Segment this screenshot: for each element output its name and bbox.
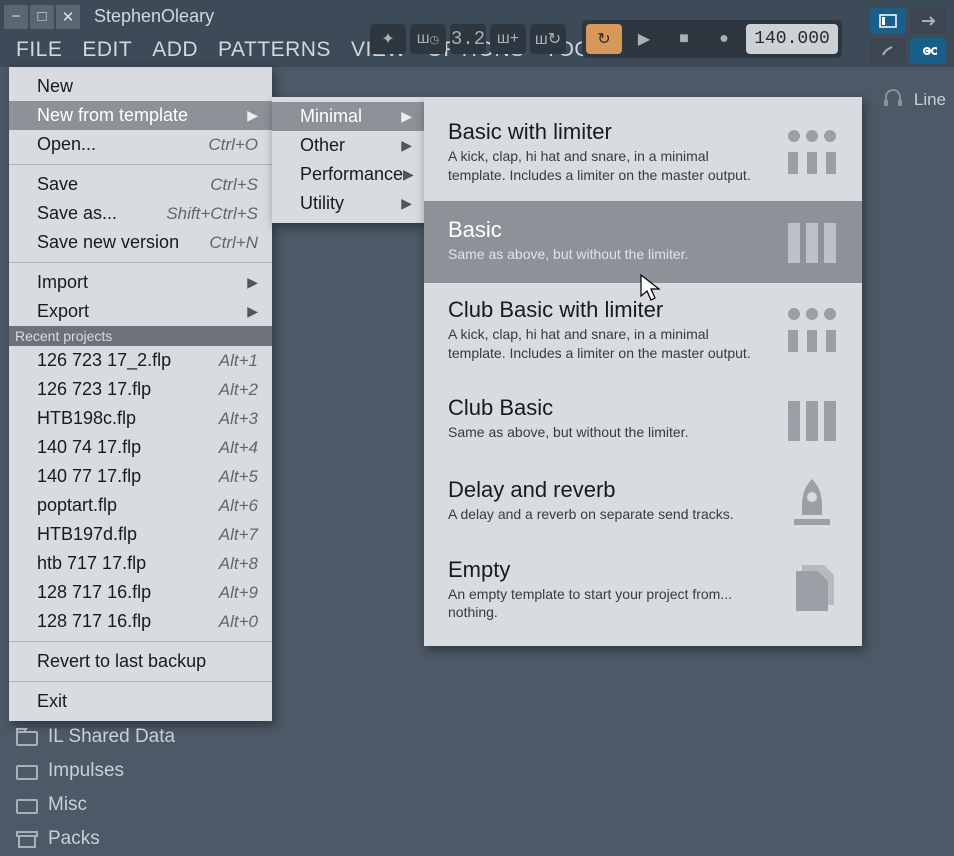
folder-special-icon	[16, 728, 38, 746]
file-menu-export[interactable]: Export▶	[9, 297, 272, 326]
pattern-display[interactable]: 3.2	[450, 24, 486, 54]
recent-project[interactable]: 128 717 16.flpAlt+9	[9, 578, 272, 607]
file-menu-new[interactable]: New	[9, 72, 272, 101]
template-basic-with-limiter[interactable]: Basic with limiterA kick, clap, hi hat a…	[424, 105, 862, 201]
template-delay-and-reverb[interactable]: Delay and reverbA delay and a reverb on …	[424, 461, 862, 543]
stop-button[interactable]: ■	[666, 24, 702, 54]
view-link-button[interactable]	[910, 38, 946, 64]
view-detach-button[interactable]	[910, 8, 946, 34]
hint-bar: Line	[882, 88, 946, 111]
file-menu-save[interactable]: SaveCtrl+S	[9, 170, 272, 199]
bars-icon	[782, 393, 842, 445]
template-empty[interactable]: EmptyAn empty template to start your pro…	[424, 543, 862, 639]
hint-text: Line	[914, 90, 946, 110]
beat-machine-icon	[782, 304, 842, 356]
play-button[interactable]: ▶	[626, 24, 662, 54]
template-club-basic-with-limiter[interactable]: Club Basic with limiterA kick, clap, hi …	[424, 283, 862, 379]
template-category-menu: Minimal▶ Other▶ Performance▶ Utility▶	[272, 97, 424, 223]
sync-button[interactable]: ↻	[586, 24, 622, 54]
view-brush-button[interactable]	[870, 38, 906, 64]
recent-project[interactable]: 140 77 17.flpAlt+5	[9, 462, 272, 491]
template-list: Basic with limiterA kick, clap, hi hat a…	[424, 97, 862, 646]
countdown-icon[interactable]: ш+	[490, 24, 526, 54]
file-menu-save-new-version[interactable]: Save new versionCtrl+N	[9, 228, 272, 257]
recent-project[interactable]: 126 723 17_2.flpAlt+1	[9, 346, 272, 375]
close-button[interactable]: ✕	[56, 5, 80, 29]
file-menu-save-as[interactable]: Save as...Shift+Ctrl+S	[9, 199, 272, 228]
file-menu-new-from-template[interactable]: New from template▶	[9, 101, 272, 130]
maximize-button[interactable]: □	[30, 5, 54, 29]
template-basic[interactable]: BasicSame as above, but without the limi…	[424, 201, 862, 283]
template-club-basic[interactable]: Club BasicSame as above, but without the…	[424, 379, 862, 461]
recent-project[interactable]: HTB197d.flpAlt+7	[9, 520, 272, 549]
toolbar: ✦ ш◷ 3.2 ш+ ш↻ ↻ ▶ ■ ● 140.000	[370, 0, 842, 78]
minimize-button[interactable]: −	[4, 5, 28, 29]
recent-project[interactable]: 140 74 17.flpAlt+4	[9, 433, 272, 462]
menu-edit[interactable]: EDIT	[72, 33, 142, 67]
file-menu-exit[interactable]: Exit	[9, 687, 272, 716]
folder-icon	[16, 762, 38, 780]
menu-add[interactable]: ADD	[142, 33, 208, 67]
recent-project[interactable]: poptart.flpAlt+6	[9, 491, 272, 520]
template-category-other[interactable]: Other▶	[272, 131, 424, 160]
menu-patterns[interactable]: PATTERNS	[208, 33, 341, 67]
browser-item[interactable]: IL Shared Data	[16, 720, 175, 754]
headphones-icon	[882, 88, 904, 111]
recent-projects-header: Recent projects	[9, 326, 272, 346]
browser-tree: IL Shared Data Impulses Misc Packs	[16, 720, 175, 856]
recent-project[interactable]: HTB198c.flpAlt+3	[9, 404, 272, 433]
recent-project[interactable]: htb 717 17.flpAlt+8	[9, 549, 272, 578]
view-playlist-button[interactable]	[870, 8, 906, 34]
browser-item[interactable]: Packs	[16, 822, 175, 856]
window-title: StephenOleary	[94, 6, 214, 27]
template-category-minimal[interactable]: Minimal▶	[272, 102, 424, 131]
template-category-utility[interactable]: Utility▶	[272, 189, 424, 218]
recent-project[interactable]: 128 717 16.flpAlt+0	[9, 607, 272, 636]
loop-icon[interactable]: ш↻	[530, 24, 566, 54]
template-category-performance[interactable]: Performance▶	[272, 160, 424, 189]
document-icon	[782, 563, 842, 615]
bars-icon	[782, 215, 842, 267]
rocket-icon	[782, 475, 842, 527]
recent-project[interactable]: 126 723 17.flpAlt+2	[9, 375, 272, 404]
package-icon	[16, 830, 38, 848]
file-menu-open[interactable]: Open...Ctrl+O	[9, 130, 272, 159]
record-button[interactable]: ●	[706, 24, 742, 54]
beat-machine-icon	[782, 126, 842, 178]
browser-item[interactable]: Misc	[16, 788, 175, 822]
folder-icon	[16, 796, 38, 814]
wait-icon[interactable]: ш◷	[410, 24, 446, 54]
menu-file[interactable]: FILE	[6, 33, 72, 67]
metronome-icon[interactable]: ✦	[370, 24, 406, 54]
tempo-display[interactable]: 140.000	[746, 24, 838, 54]
file-menu-import[interactable]: Import▶	[9, 268, 272, 297]
file-menu-revert[interactable]: Revert to last backup	[9, 647, 272, 676]
file-menu: New New from template▶ Open...Ctrl+O Sav…	[9, 67, 272, 721]
browser-item[interactable]: Impulses	[16, 754, 175, 788]
